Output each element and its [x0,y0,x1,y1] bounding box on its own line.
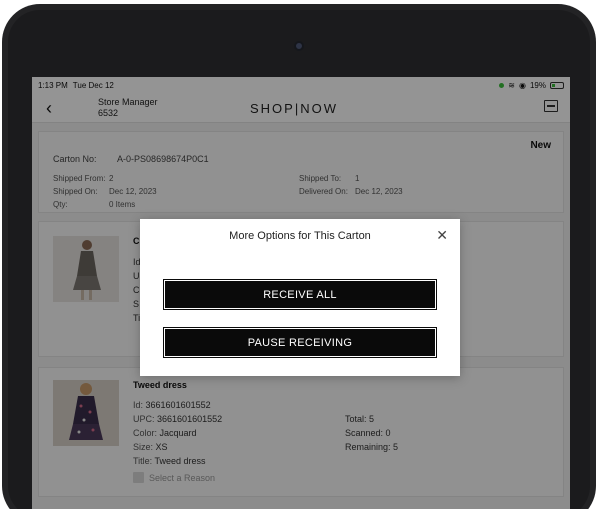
more-options-modal: More Options for This Carton ✕ RECEIVE A… [140,219,460,376]
close-icon[interactable]: ✕ [436,227,448,244]
app-screen: 1:13 PM Tue Dec 12 ≋ ◉ 19% ‹ Store Manag… [32,77,570,509]
front-camera [294,41,304,51]
receive-all-button[interactable]: RECEIVE ALL [163,279,437,310]
pause-receiving-button[interactable]: PAUSE RECEIVING [163,327,437,358]
modal-title: More Options for This Carton [229,230,371,242]
